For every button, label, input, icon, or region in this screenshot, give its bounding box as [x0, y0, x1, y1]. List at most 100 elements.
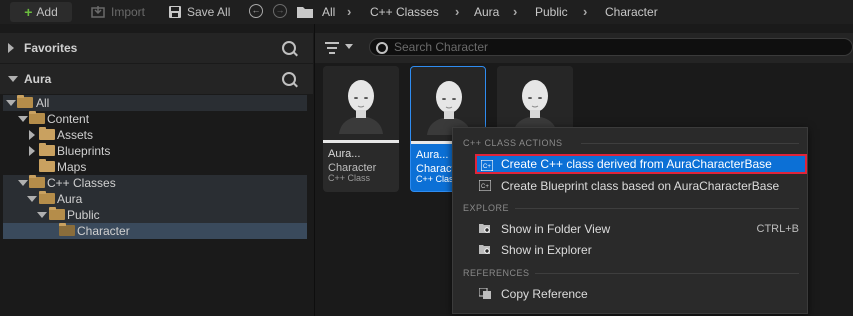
tree-item-label: Content — [47, 112, 90, 126]
folder-icon — [39, 159, 55, 172]
search-icon — [376, 42, 388, 54]
tree-item-label: Character — [77, 224, 130, 238]
folder-icon — [39, 127, 55, 140]
tree-item-all[interactable]: All — [3, 95, 307, 111]
breadcrumb-cpp-classes[interactable]: C++ Classes — [370, 0, 439, 24]
asset-name: Aura... — [416, 149, 449, 161]
add-label: Add — [36, 5, 58, 19]
save-all-label: Save All — [187, 5, 231, 19]
expand-arrow-icon[interactable] — [29, 130, 35, 140]
create-blueprint-class-item[interactable]: C+ Create Blueprint class based on AuraC… — [475, 176, 807, 196]
tree-item-label: Public — [67, 208, 100, 222]
chevron-right-icon[interactable]: › — [347, 0, 351, 24]
dropdown-arrow-icon[interactable] — [345, 44, 353, 49]
folder-open-icon — [29, 111, 45, 124]
tree-item-label: All — [36, 96, 50, 110]
back-icon[interactable]: ← — [249, 4, 263, 18]
asset-name: Aura... — [328, 148, 361, 160]
import-button[interactable]: Import — [91, 2, 145, 22]
create-cpp-class-item[interactable]: C+ Create C++ class derived from AuraCha… — [475, 154, 807, 174]
chevron-right-icon[interactable]: › — [583, 0, 587, 24]
svg-text:C+: C+ — [483, 164, 491, 170]
search-icon[interactable] — [282, 72, 296, 86]
tree-item-label: C++ Classes — [47, 176, 116, 190]
collapse-arrow-icon[interactable] — [18, 180, 28, 186]
divider — [535, 273, 799, 274]
tree-item-label: Blueprints — [57, 144, 111, 158]
character-avatar-icon — [339, 80, 383, 134]
collapse-arrow-icon[interactable] — [18, 116, 28, 122]
breadcrumb-aura[interactable]: Aura — [474, 0, 499, 24]
tree-item-assets[interactable]: Assets — [3, 127, 307, 143]
tree-item-aura[interactable]: Aura — [3, 191, 307, 207]
folder-icon — [59, 223, 75, 236]
divider — [515, 208, 799, 209]
show-in-folder-view-item[interactable]: Show in Folder View CTRL+B — [475, 219, 807, 239]
character-avatar-icon — [513, 80, 557, 134]
project-label: Aura — [24, 72, 52, 86]
tree-item-label: Maps — [57, 160, 87, 174]
asset-parent-type: C++ Class — [328, 173, 371, 183]
folder-icon — [39, 143, 55, 156]
create-blueprint-class-label: Create Blueprint class based on AuraChar… — [501, 179, 780, 193]
folder-open-icon — [17, 95, 33, 108]
copy-reference-label: Copy Reference — [501, 287, 588, 301]
tree-item-cpp-classes[interactable]: C++ Classes — [3, 175, 307, 191]
favorites-label: Favorites — [24, 41, 78, 55]
svg-text:C+: C+ — [481, 184, 489, 190]
project-header[interactable]: Aura — [0, 64, 313, 94]
search-field[interactable] — [369, 38, 853, 56]
show-in-explorer-item[interactable]: Show in Explorer — [475, 240, 807, 260]
section-cpp-class-actions: C++ CLASS ACTIONS — [463, 138, 563, 148]
chevron-right-icon[interactable]: › — [455, 0, 459, 24]
tree-item-content[interactable]: Content — [3, 111, 307, 127]
save-all-button[interactable]: Save All — [168, 2, 230, 22]
add-button[interactable]: + Add — [10, 2, 72, 22]
cpp-class-icon: C+ — [481, 160, 493, 171]
collapse-arrow-icon[interactable] — [37, 212, 47, 218]
copy-icon — [479, 288, 491, 299]
breadcrumb-character[interactable]: Character — [605, 0, 658, 24]
expand-arrow-icon[interactable] — [8, 43, 14, 53]
asset-tile[interactable]: Aura... Character C++ Class — [323, 66, 399, 192]
blueprint-class-icon: C+ — [479, 180, 491, 191]
filter-icon[interactable] — [325, 42, 339, 57]
tree-item-blueprints[interactable]: Blueprints — [3, 143, 307, 159]
folder-open-icon — [29, 175, 45, 188]
collapse-arrow-icon[interactable] — [8, 76, 18, 82]
tree-item-maps[interactable]: Maps — [3, 159, 307, 175]
tree-item-label: Assets — [57, 128, 94, 142]
import-label: Import — [111, 5, 146, 19]
folder-tree: All Content Assets Blueprints Maps C++ C… — [3, 95, 307, 241]
forward-icon[interactable]: → — [273, 4, 287, 18]
expand-arrow-icon[interactable] — [29, 146, 35, 156]
tree-item-character[interactable]: Character — [3, 223, 307, 239]
context-menu: C++ CLASS ACTIONS C+ Create C++ class de… — [452, 127, 808, 314]
show-in-folder-view-label: Show in Folder View — [501, 222, 611, 236]
collapse-arrow-icon[interactable] — [27, 196, 37, 202]
shortcut-label: CTRL+B — [756, 223, 800, 235]
search-bar-row — [315, 33, 853, 63]
search-icon[interactable] — [282, 41, 296, 55]
chevron-right-icon[interactable]: › — [513, 0, 517, 24]
section-references: REFERENCES — [463, 268, 530, 278]
tree-item-label: Aura — [57, 192, 83, 206]
folder-icon — [297, 7, 313, 18]
folder-open-icon — [49, 207, 65, 220]
search-input[interactable] — [394, 39, 834, 55]
create-cpp-class-label: Create C++ class derived from AuraCharac… — [501, 157, 772, 171]
tree-item-public[interactable]: Public — [3, 207, 307, 223]
divider — [581, 143, 799, 144]
asset-thumbnail — [323, 66, 399, 140]
breadcrumb-all[interactable]: All — [322, 0, 335, 24]
copy-reference-item[interactable]: Copy Reference — [475, 284, 807, 304]
collapse-arrow-icon[interactable] — [6, 100, 16, 106]
asset-type-bar — [323, 140, 399, 143]
folder-open-icon — [39, 191, 55, 204]
breadcrumb-public[interactable]: Public — [535, 0, 568, 24]
toolbar: + Add Import Save All ← → All › C++ Clas… — [0, 0, 853, 24]
plus-icon: + — [24, 4, 33, 20]
show-in-explorer-label: Show in Explorer — [501, 243, 592, 257]
favorites-header[interactable]: Favorites — [0, 33, 313, 63]
section-explore: EXPLORE — [463, 203, 510, 213]
